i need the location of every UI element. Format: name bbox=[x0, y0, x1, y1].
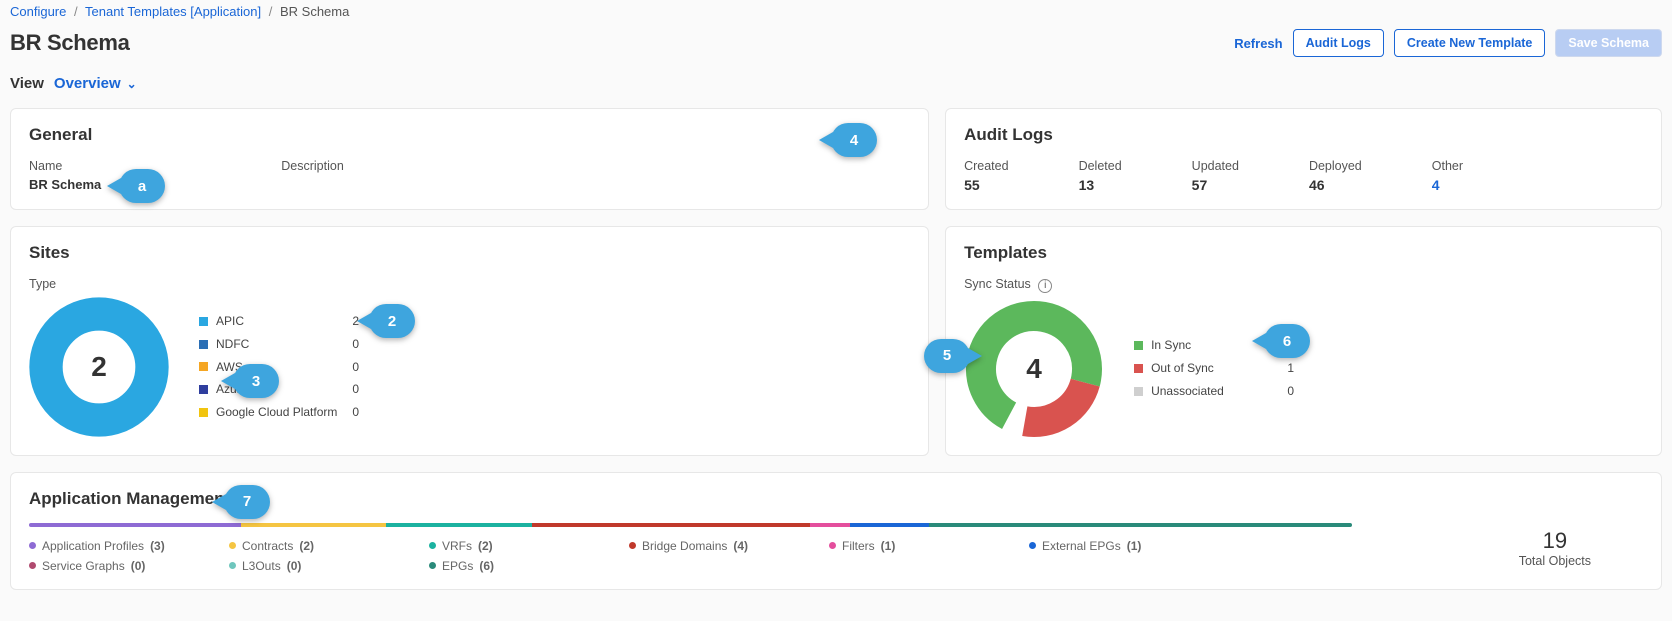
create-template-button[interactable]: Create New Template bbox=[1394, 29, 1546, 57]
legend-item: APIC2 bbox=[199, 310, 359, 333]
appmgmt-legend-item: Contracts (2) bbox=[229, 539, 429, 553]
general-desc-label: Description bbox=[281, 159, 344, 173]
templates-sync-label: Sync Status i bbox=[964, 277, 1643, 293]
callout-6: 6 bbox=[1264, 324, 1310, 358]
appmgmt-legend-item: VRFs (2) bbox=[429, 539, 629, 553]
bar-segment bbox=[241, 523, 387, 527]
templates-donut-chart: 4 bbox=[964, 299, 1104, 439]
appmgmt-legend-item: Bridge Domains (4) bbox=[629, 539, 829, 553]
page-title: BR Schema bbox=[10, 30, 130, 56]
callout-3: 3 bbox=[233, 364, 279, 398]
general-title: General bbox=[29, 125, 910, 145]
legend-item: Unassociated0 bbox=[1134, 380, 1294, 403]
audit-label: Other bbox=[1432, 159, 1463, 173]
breadcrumb: Configure / Tenant Templates [Applicatio… bbox=[10, 4, 1662, 19]
bar-segment bbox=[532, 523, 810, 527]
audit-value: 55 bbox=[964, 177, 1008, 193]
appmgmt-legend-item: External EPGs (1) bbox=[1029, 539, 1229, 553]
audit-value: 57 bbox=[1192, 177, 1239, 193]
bar-segment bbox=[929, 523, 1353, 527]
appmgmt-legend-item: Service Graphs (0) bbox=[29, 559, 229, 573]
audit-label: Created bbox=[964, 159, 1008, 173]
total-objects: 19 Total Objects bbox=[1519, 528, 1591, 568]
breadcrumb-configure[interactable]: Configure bbox=[10, 4, 66, 19]
audit-label: Updated bbox=[1192, 159, 1239, 173]
bar-segment bbox=[29, 523, 241, 527]
templates-card: Templates Sync Status i 5 4 6 bbox=[945, 226, 1662, 456]
templates-title: Templates bbox=[964, 243, 1643, 263]
audit-value: 13 bbox=[1079, 177, 1122, 193]
sites-card: Sites Type 2 2 3 APIC2NDFC0AWS0Azure0Goo… bbox=[10, 226, 929, 456]
sites-title: Sites bbox=[29, 243, 910, 263]
audit-label: Deployed bbox=[1309, 159, 1362, 173]
total-objects-value: 19 bbox=[1519, 528, 1591, 554]
callout-5: 5 bbox=[924, 339, 970, 373]
callout-a: a bbox=[119, 169, 165, 203]
legend-item: Out of Sync1 bbox=[1134, 357, 1294, 380]
total-objects-label: Total Objects bbox=[1519, 554, 1591, 568]
save-schema-button: Save Schema bbox=[1555, 29, 1662, 57]
info-icon[interactable]: i bbox=[1038, 279, 1052, 293]
sites-total: 2 bbox=[29, 297, 169, 437]
breadcrumb-tenant-templates[interactable]: Tenant Templates [Application] bbox=[85, 4, 261, 19]
general-card: 4 General Name BR Schema a Description bbox=[10, 108, 929, 210]
legend-item: Google Cloud Platform0 bbox=[199, 401, 359, 424]
bar-segment bbox=[386, 523, 532, 527]
templates-total: 4 bbox=[964, 299, 1104, 439]
app-management-card: Application Management 7 Application Pro… bbox=[10, 472, 1662, 590]
view-label: View bbox=[10, 75, 44, 92]
appmgmt-legend-item: EPGs (6) bbox=[429, 559, 629, 573]
audit-value: 46 bbox=[1309, 177, 1362, 193]
bar-segment bbox=[810, 523, 850, 527]
appmgmt-title: Application Management 7 bbox=[29, 489, 230, 509]
audit-label: Deleted bbox=[1079, 159, 1122, 173]
appmgmt-legend-item: Filters (1) bbox=[829, 539, 1029, 553]
legend-item: NDFC0 bbox=[199, 333, 359, 356]
sites-donut-chart: 2 bbox=[29, 297, 169, 437]
view-dropdown[interactable]: Overview ⌄ bbox=[54, 75, 137, 92]
general-name-value: BR Schema bbox=[29, 177, 101, 192]
audit-logs-card: Audit Logs Created 55 Deleted 13 Updated 5… bbox=[945, 108, 1662, 210]
appmgmt-legend-item: Application Profiles (3) bbox=[29, 539, 229, 553]
refresh-button[interactable]: Refresh bbox=[1234, 36, 1282, 51]
general-name-label: Name bbox=[29, 159, 101, 173]
callout-2: 2 bbox=[369, 304, 415, 338]
audit-logs-button[interactable]: Audit Logs bbox=[1293, 29, 1384, 57]
breadcrumb-current: BR Schema bbox=[280, 4, 349, 19]
view-value: Overview bbox=[54, 75, 121, 92]
bar-segment bbox=[850, 523, 929, 527]
appmgmt-legend-item: L3Outs (0) bbox=[229, 559, 429, 573]
appmgmt-bar-chart bbox=[29, 523, 1352, 527]
chevron-down-icon: ⌄ bbox=[127, 77, 137, 91]
audit-value[interactable]: 4 bbox=[1432, 177, 1463, 193]
auditlogs-title: Audit Logs bbox=[964, 125, 1643, 145]
callout-7: 7 bbox=[224, 485, 270, 519]
callout-4: 4 bbox=[831, 123, 877, 157]
sites-type-label: Type bbox=[29, 277, 910, 291]
